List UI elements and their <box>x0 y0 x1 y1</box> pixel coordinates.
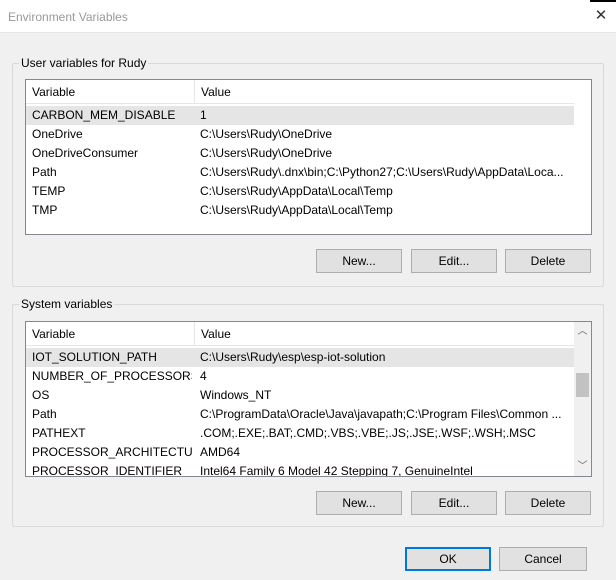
table-row[interactable]: PROCESSOR_ARCHITECTURE AMD64 <box>26 443 574 462</box>
scroll-thumb[interactable] <box>576 373 589 397</box>
table-row[interactable]: Path C:\ProgramData\Oracle\Java\javapath;… <box>26 405 574 424</box>
variable-name-cell: OS <box>32 388 50 402</box>
table-row[interactable]: IOT_SOLUTION_PATH C:\Users\Rudy\esp\esp-i… <box>26 348 574 367</box>
variable-value-cell: C:\Users\Rudy\OneDrive <box>200 127 333 141</box>
variable-value-cell: 1 <box>200 108 207 122</box>
cancel-button[interactable]: Cancel <box>499 547 587 571</box>
variable-name-cell: PATHEXT <box>32 426 86 440</box>
variable-value-cell: Intel64 Family 6 Model 42 Stepping 7, Ge… <box>200 464 473 477</box>
system-variables-label: System variables <box>19 297 115 311</box>
table-row[interactable]: OneDriveConsumer C:\Users\Rudy\OneDrive <box>26 144 574 163</box>
variable-name-cell: Path <box>32 407 57 421</box>
user-variables-label: User variables for Rudy <box>19 56 149 70</box>
variable-name-cell: OneDrive <box>32 127 83 141</box>
user-delete-button[interactable]: Delete <box>505 249 591 273</box>
column-header-variable[interactable]: Variable <box>26 80 194 104</box>
ok-button[interactable]: OK <box>405 547 491 571</box>
variable-name-cell: TMP <box>32 203 58 217</box>
system-list-header: Variable Value <box>26 322 574 346</box>
variable-value-cell: C:\ProgramData\Oracle\Java\javapath;C:\P… <box>200 407 562 421</box>
variable-value-cell: AMD64 <box>200 445 241 459</box>
title-bar: Environment Variables ✕ <box>0 0 616 33</box>
table-row[interactable]: PATHEXT .COM;.EXE;.BAT;.CMD;.VBS;.VBE;.JS… <box>26 424 574 443</box>
variable-value-cell: Windows_NT <box>200 388 272 402</box>
window-title: Environment Variables <box>8 10 128 24</box>
variable-value-cell: .COM;.EXE;.BAT;.CMD;.VBS;.VBE;.JS;.JSE;.… <box>200 426 536 440</box>
user-list-header: Variable Value <box>26 80 574 104</box>
column-header-variable[interactable]: Variable <box>26 322 194 346</box>
variable-name-cell: OneDriveConsumer <box>32 146 139 160</box>
variable-value-cell: C:\Users\Rudy\.dnx\bin;C:\Python27;C:\Us… <box>200 165 564 179</box>
title-accent-line <box>590 0 616 2</box>
system-new-button[interactable]: New... <box>316 491 402 515</box>
user-variables-list[interactable]: Variable Value CARBON_MEM_DISABLE 1 OneDri… <box>25 79 592 235</box>
system-delete-button[interactable]: Delete <box>505 491 591 515</box>
table-row[interactable]: PROCESSOR_IDENTIFIER Intel64 Family 6 Mod… <box>26 462 574 477</box>
column-header-value[interactable]: Value <box>195 80 574 104</box>
variable-value-cell: 4 <box>200 369 207 383</box>
close-icon[interactable]: ✕ <box>593 8 609 24</box>
system-edit-button[interactable]: Edit... <box>411 491 497 515</box>
table-row[interactable]: TEMP C:\Users\Rudy\AppData\Local\Temp <box>26 182 574 201</box>
variable-name-cell: PROCESSOR_ARCHITECTURE <box>32 445 192 459</box>
system-variables-list[interactable]: Variable Value IOT_SOLUTION_PATH C:\Users… <box>25 321 592 477</box>
variable-name-cell: Path <box>32 165 57 179</box>
user-edit-button[interactable]: Edit... <box>411 249 497 273</box>
user-new-button[interactable]: New... <box>316 249 402 273</box>
table-row[interactable]: TMP C:\Users\Rudy\AppData\Local\Temp <box>26 201 574 220</box>
variable-name-cell: CARBON_MEM_DISABLE <box>32 108 176 122</box>
scroll-up-icon[interactable]: ︿ <box>574 323 591 340</box>
system-list-scrollbar[interactable]: ︿ ﹀ <box>574 322 591 476</box>
variable-name-cell: NUMBER_OF_PROCESSORS <box>32 369 192 383</box>
scroll-down-icon[interactable]: ﹀ <box>574 458 591 475</box>
table-row[interactable]: Path C:\Users\Rudy\.dnx\bin;C:\Python27;C… <box>26 163 574 182</box>
table-row[interactable]: CARBON_MEM_DISABLE 1 <box>26 106 574 125</box>
variable-name-cell: TEMP <box>32 184 66 198</box>
table-row[interactable]: OneDrive C:\Users\Rudy\OneDrive <box>26 125 574 144</box>
variable-value-cell: C:\Users\Rudy\AppData\Local\Temp <box>200 203 393 217</box>
table-row[interactable]: OS Windows_NT <box>26 386 574 405</box>
table-row[interactable]: NUMBER_OF_PROCESSORS 4 <box>26 367 574 386</box>
variable-value-cell: C:\Users\Rudy\esp\esp-iot-solution <box>200 350 386 364</box>
variable-value-cell: C:\Users\Rudy\OneDrive <box>200 146 333 160</box>
variable-name-cell: IOT_SOLUTION_PATH <box>32 350 157 364</box>
column-header-value[interactable]: Value <box>195 322 574 346</box>
variable-name-cell: PROCESSOR_IDENTIFIER <box>32 464 183 477</box>
variable-value-cell: C:\Users\Rudy\AppData\Local\Temp <box>200 184 393 198</box>
